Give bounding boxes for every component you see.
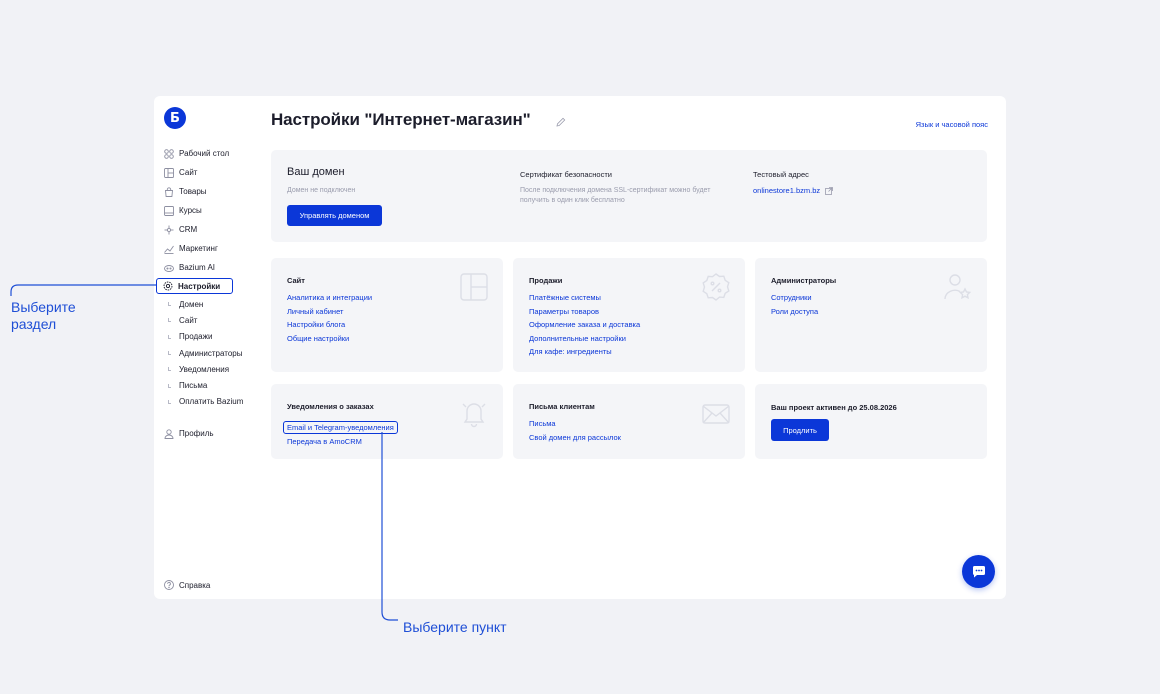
annotation-select-section: Выберите раздел xyxy=(11,299,76,332)
annotation-select-item: Выберите пункт xyxy=(403,619,507,635)
annotation-arrow-section xyxy=(10,284,398,621)
